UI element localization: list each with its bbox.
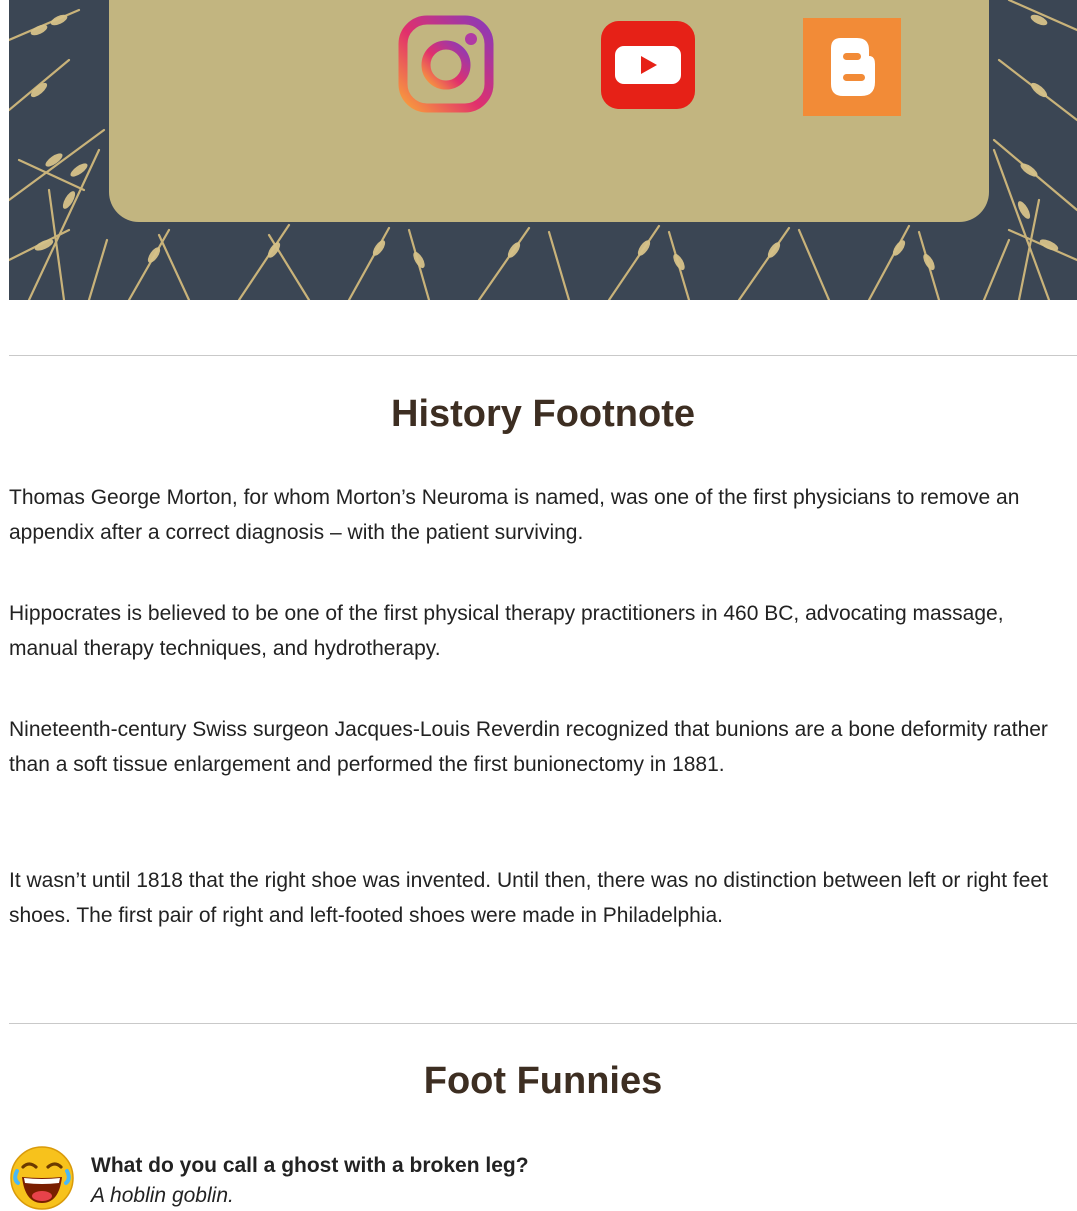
blogger-icon xyxy=(803,18,901,116)
laughing-emoji-icon xyxy=(10,1146,74,1210)
funnies-heading: Foot Funnies xyxy=(423,1060,663,1102)
history-paragraph: Thomas George Morton, for whom Morton’s … xyxy=(9,486,1020,544)
youtube-icon xyxy=(601,21,695,109)
history-paragraph: It wasn’t until 1818 that the right shoe… xyxy=(9,869,1048,927)
instagram-icon xyxy=(398,15,494,113)
history-heading: History Footnote xyxy=(391,393,695,435)
joke-answer: A hoblin goblin. xyxy=(91,1184,234,1207)
history-paragraph: Nineteenth-century Swiss surgeon Jacques… xyxy=(9,718,1048,776)
instagram-link[interactable] xyxy=(397,14,495,114)
section-divider xyxy=(9,355,1077,356)
history-paragraph: Hippocrates is believed to be one of the… xyxy=(9,602,1004,660)
section-divider xyxy=(9,1023,1077,1024)
youtube-link[interactable] xyxy=(599,19,697,119)
blogger-link[interactable] xyxy=(803,18,901,118)
joke-question: What do you call a ghost with a broken l… xyxy=(91,1154,529,1177)
social-banner xyxy=(9,0,1077,300)
social-links-card xyxy=(109,0,989,222)
